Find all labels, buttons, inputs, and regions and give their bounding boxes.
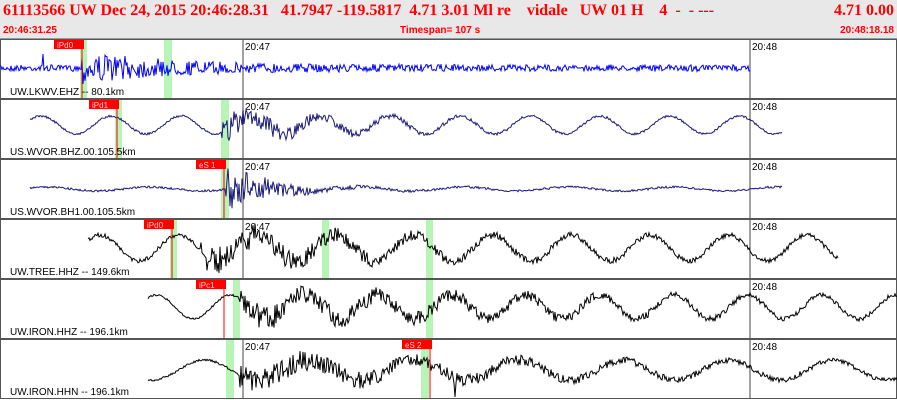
minute-label: 20:48 [752, 102, 777, 113]
station-label: US.WVOR.BH1.00.105.5km [10, 207, 135, 218]
trace-panel[interactable]: 20:48 iPc1 UW.IRON.HHZ -- 196.1km [0, 279, 897, 339]
pick-highlight [233, 280, 240, 338]
pick-highlight [226, 340, 234, 398]
trace-panel[interactable]: 20:47 20:48 iPd1 US.WVOR.BHZ.00.105.5km [0, 99, 897, 159]
minute-label: 20:48 [752, 222, 777, 233]
minute-label: 20:48 [752, 42, 777, 53]
time-bar: 20:46:31.25 Timespan= 107 s 20:48:18.18 [0, 24, 897, 39]
pick-highlight [426, 280, 433, 338]
trace-panel[interactable]: 20:47 20:48iPd0UW.TREE.HHZ -- 149.6km [0, 219, 897, 279]
event-title: 61113566 UW Dec 24, 2015 20:46:28.31 41.… [3, 2, 715, 19]
minute-label: 20:47 [245, 162, 270, 173]
event-title-right: 4.71 0.00 [834, 2, 894, 19]
minute-label: 20:48 [752, 282, 777, 293]
trace-panel[interactable]: 20:47 20:48 eS 2 UW.IRON.HHN -- 196.1km [0, 339, 897, 399]
minute-label: 20:47 [245, 102, 270, 113]
pick-label: eS 2 [405, 341, 422, 350]
end-time: 20:48:18.18 [840, 25, 894, 36]
minute-label: 20:48 [752, 162, 777, 173]
station-label: UW.LKWV.EHZ -- 80.1km [10, 87, 124, 98]
waveform-plot[interactable]: 20:47 20:48iPd0UW.LKWV.EHZ -- 80.1km20:47… [0, 39, 897, 400]
minute-label: 20:48 [752, 342, 777, 353]
title-bar: 61113566 UW Dec 24, 2015 20:46:28.31 41.… [0, 0, 897, 24]
pick-label: iPd1 [92, 101, 109, 110]
pick-highlight [426, 220, 433, 278]
station-label: UW.TREE.HHZ -- 149.6km [10, 267, 129, 278]
timespan-label: Timespan= 107 s [400, 25, 481, 36]
start-time: 20:46:31.25 [3, 25, 57, 36]
station-label: US.WVOR.BHZ.00.105.5km [10, 147, 136, 158]
trace-panel[interactable]: 20:47 20:48 eS 1 US.WVOR.BH1.00.105.5km [0, 159, 897, 219]
pick-label: eS 1 [199, 161, 216, 170]
trace-panel[interactable]: 20:47 20:48 iPd0 UW.LKWV.EHZ -- 80.1km [0, 39, 897, 99]
station-label: UW.IRON.HHZ -- 196.1km [10, 327, 128, 338]
minute-label: 20:47 [245, 42, 270, 53]
pick-label: iPc1 [199, 281, 215, 290]
pick-label: iPd0 [57, 41, 74, 50]
station-label: UW.IRON.HHN -- 196.1km [10, 387, 129, 398]
pick-highlight [322, 220, 329, 278]
minute-label: 20:47 [245, 342, 270, 353]
pick-label: iPd0 [147, 221, 164, 230]
